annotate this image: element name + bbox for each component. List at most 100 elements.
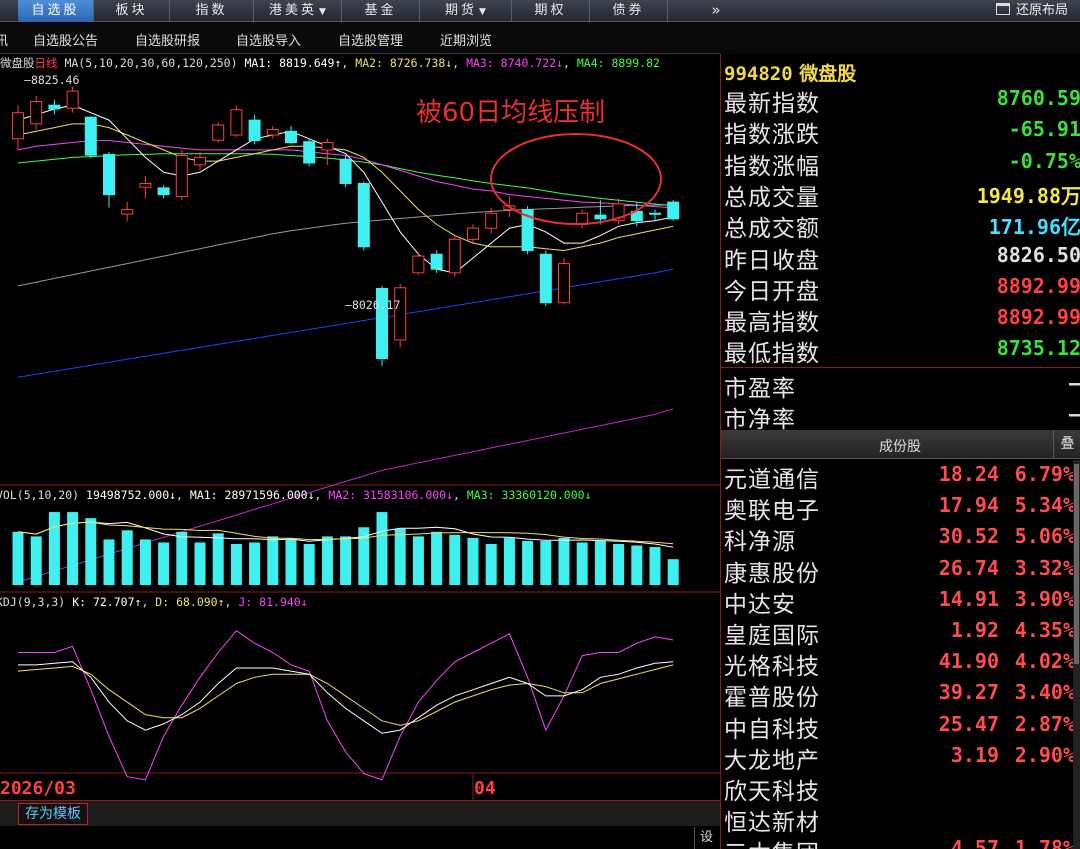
volume-bar	[376, 512, 388, 585]
kdj-lines	[17, 630, 674, 781]
constituent-row[interactable]: 康惠股份 26.74 3.32%	[721, 554, 1080, 587]
vol-name: VOL(5,10,20)	[0, 488, 80, 502]
pe-value: —	[1068, 371, 1080, 395]
candle-body	[103, 153, 115, 196]
layout-icon	[996, 3, 1010, 15]
volume-bar	[30, 536, 42, 585]
volume-bar	[85, 518, 97, 585]
tab-sectors[interactable]: 板块	[94, 0, 170, 22]
volume-bar	[467, 537, 479, 585]
pb-label: 市净率	[724, 407, 796, 433]
scrollbar-thumb[interactable]	[1074, 464, 1079, 664]
vol-value: 19498752.000↓	[86, 488, 177, 502]
volume-bar	[449, 534, 461, 585]
volume-bar	[394, 528, 406, 585]
constituent-row[interactable]: 奥联电子 17.94 5.34%	[721, 491, 1080, 524]
restore-layout-button[interactable]: 还原布局	[996, 0, 1068, 22]
candle-body	[12, 112, 24, 140]
quote-label: 昨日收盘	[724, 247, 820, 274]
chart-area[interactable]: 被60日均线压制 —8825.46 —8026.17 2026/03 04 微盘…	[0, 54, 720, 800]
top-tab-bar: 自选股 板块 指数 港美英 ▼ 基金 期货 ▼ 期权 债券 » 还原布局	[0, 0, 1080, 22]
dropdown-arrow-icon: ▼	[319, 7, 326, 17]
stock-change: 6.79%	[1014, 462, 1075, 486]
constituent-row[interactable]: 三木集团 4.57 1.78%	[721, 834, 1080, 849]
quote-label: 最新指数	[724, 91, 820, 117]
watchlist-submenu: 讯 自选股公告 自选股研报 自选股导入 自选股管理 近期浏览	[0, 23, 720, 54]
volume-bar	[303, 543, 315, 585]
volume-bar	[485, 543, 497, 585]
submenu-research[interactable]: 自选股研报	[135, 30, 200, 49]
tab-futures[interactable]: 期货 ▼	[420, 0, 512, 22]
volume-bar	[667, 559, 679, 585]
quote-label: 指数涨幅	[724, 153, 820, 180]
tab-bonds[interactable]: 债券	[590, 0, 668, 22]
submenu-announcements[interactable]: 自选股公告	[33, 30, 98, 49]
constituent-row[interactable]: 皇庭国际 1.92 4.35%	[721, 616, 1080, 649]
candle-body	[303, 141, 316, 164]
constituent-row[interactable]: 大龙地产 3.19 2.90%	[721, 741, 1080, 774]
more-tabs-icon[interactable]: »	[706, 0, 726, 22]
tab-funds[interactable]: 基金	[342, 0, 420, 22]
stock-price: 17.94	[938, 493, 999, 518]
candle-body	[84, 116, 97, 156]
quote-label: 最高指数	[724, 310, 820, 337]
constituent-row[interactable]: 光格科技 41.90 4.02%	[721, 647, 1080, 680]
candle-body	[212, 124, 225, 141]
candle-body	[412, 255, 425, 274]
stock-name: 恒达新材	[724, 810, 820, 837]
constituent-row[interactable]: 元道通信 18.24 6.79%	[721, 460, 1080, 493]
submenu-news[interactable]: 讯	[0, 30, 8, 49]
pe-label: 市盈率	[724, 376, 796, 402]
quote-row: 最低指数 8735.12	[721, 334, 1080, 367]
quote-row: 指数涨跌 -65.91	[721, 115, 1080, 148]
candle-body	[667, 201, 680, 220]
submenu-recent[interactable]: 近期浏览	[440, 30, 492, 49]
constituents-scrollbar[interactable]	[1073, 460, 1080, 849]
volume-bar	[139, 539, 151, 585]
submenu-manage[interactable]: 自选股管理	[338, 30, 403, 49]
overlay-button[interactable]: 叠	[1053, 430, 1080, 459]
constituent-row[interactable]: 霍普股份 39.27 3.40%	[721, 678, 1080, 711]
ma4-value: MA4: 8899.82	[576, 56, 660, 70]
volume-bar	[631, 545, 643, 585]
index-title: 994820 微盘股	[724, 63, 857, 85]
quote-row: 最新指数 8760.59	[721, 84, 1080, 117]
ma60-line	[17, 204, 674, 287]
kline-chart[interactable]: 被60日均线压制 —8825.46 —8026.17 2026/03 04	[0, 54, 720, 800]
constituent-row[interactable]: 中自科技 25.47 2.87%	[721, 710, 1080, 743]
tab-hk-us-uk[interactable]: 港美英 ▼	[254, 0, 342, 22]
volume-bar	[285, 539, 297, 585]
candle-body	[121, 209, 134, 215]
candle-body	[339, 158, 352, 184]
volume-bar	[158, 542, 170, 585]
stock-change: 4.35%	[1014, 618, 1075, 642]
volume-bar	[576, 542, 588, 585]
volume-bar	[503, 537, 515, 585]
stock-price: 18.24	[938, 462, 999, 486]
tab-indices[interactable]: 指数	[170, 0, 254, 22]
quote-panel: 994820 微盘股 最新指数 8760.59 指数涨跌 -65.91 指数涨幅 -0.7…	[720, 54, 1080, 849]
candle-body	[266, 128, 279, 136]
tab-options[interactable]: 期权	[512, 0, 590, 22]
vol-ma2: MA2: 31583106.000↓	[328, 488, 454, 502]
constituent-row[interactable]: 欣天科技	[721, 772, 1080, 805]
stock-name: 中自科技	[724, 716, 820, 743]
quote-label: 今日开盘	[724, 278, 820, 305]
volume-bar	[249, 542, 261, 585]
low-price-label: —8026.17	[345, 298, 400, 312]
save-template-button[interactable]: 存为模板	[18, 803, 88, 825]
tab-watchlist[interactable]: 自选股	[18, 0, 94, 22]
submenu-import[interactable]: 自选股导入	[236, 30, 301, 49]
volume-bar	[267, 536, 279, 585]
constituent-row[interactable]: 中达安 14.91 3.90%	[721, 585, 1080, 618]
constituents-header[interactable]: 成份股 叠	[721, 430, 1080, 459]
stock-change: 3.90%	[1014, 586, 1075, 611]
volume-bar	[176, 531, 188, 585]
stock-name: 中达安	[724, 591, 796, 618]
stock-name: 元道通信	[724, 467, 820, 493]
candle-body	[448, 238, 461, 274]
constituent-row[interactable]: 科净源 30.52 5.06%	[721, 522, 1080, 555]
constituent-row[interactable]: 恒达新材	[721, 803, 1080, 837]
settings-button[interactable]: 设	[694, 827, 718, 849]
constituents-title[interactable]: 成份股	[879, 436, 921, 456]
